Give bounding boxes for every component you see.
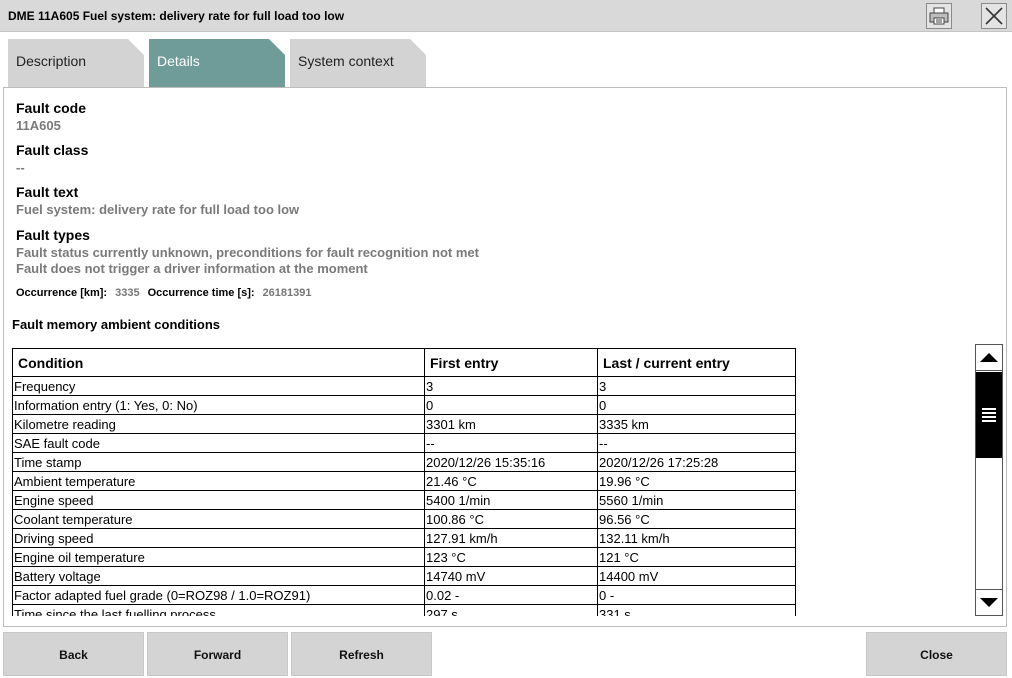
close-icon	[985, 7, 1003, 25]
table-row: Factor adapted fuel grade (0=ROZ98 / 1.0…	[12, 585, 796, 605]
cell-condition: Kilometre reading	[12, 414, 425, 434]
table-row: Frequency 3 3	[12, 376, 796, 396]
table-row: Time since the last fuelling process 297 …	[12, 604, 796, 616]
window-title: DME 11A605 Fuel system: delivery rate fo…	[8, 9, 345, 23]
ambient-conditions-table-viewport: Condition First entry Last / current ent…	[12, 348, 796, 616]
cell-condition: Engine speed	[12, 490, 425, 510]
cell-last-entry: 3335 km	[597, 414, 796, 434]
cell-last-entry: 19.96 °C	[597, 471, 796, 491]
table-row: Information entry (1: Yes, 0: No) 0 0	[12, 395, 796, 415]
cell-last-entry: 0 -	[597, 585, 796, 605]
cell-last-entry: 5560 1/min	[597, 490, 796, 510]
cell-condition: Factor adapted fuel grade (0=ROZ98 / 1.0…	[12, 585, 425, 605]
cell-condition: Ambient temperature	[12, 471, 425, 491]
cell-condition: Time stamp	[12, 452, 425, 472]
fault-text-value: Fuel system: delivery rate for full load…	[16, 202, 300, 217]
cell-first-entry: 0	[424, 395, 598, 415]
cell-last-entry: 3	[597, 376, 796, 396]
cell-first-entry: 21.46 °C	[424, 471, 598, 491]
cell-last-entry: 0	[597, 395, 796, 415]
grip-line	[982, 408, 996, 410]
grip-line	[982, 420, 996, 422]
cell-last-entry: 2020/12/26 17:25:28	[597, 452, 796, 472]
fault-code-label: Fault code	[16, 100, 87, 116]
table-row: Engine oil temperature 123 °C 121 °C	[12, 547, 796, 567]
grip-line	[982, 412, 996, 414]
scrollbar-thumb[interactable]	[976, 372, 1002, 458]
fault-type-2: Fault does not trigger a driver informat…	[16, 261, 368, 276]
occurrence-km-label: Occurrence [km]:	[16, 287, 108, 299]
header-first-entry: First entry	[424, 348, 598, 377]
table-scrollbar[interactable]	[975, 344, 1003, 616]
cell-first-entry: 127.91 km/h	[424, 528, 598, 548]
cell-condition: Engine oil temperature	[12, 547, 425, 567]
fault-code-value: 11A605	[16, 118, 61, 133]
cell-last-entry: 121 °C	[597, 547, 796, 567]
forward-button[interactable]: Forward	[147, 632, 288, 676]
cell-first-entry: 123 °C	[424, 547, 598, 567]
fault-type-1: Fault status currently unknown, precondi…	[16, 245, 479, 260]
details-panel: Fault code 11A605 Fault class -- Fault t…	[3, 87, 1007, 627]
cell-condition: Driving speed	[12, 528, 425, 548]
cell-first-entry: --	[424, 433, 598, 453]
tab-system-context[interactable]: System context	[290, 39, 426, 87]
fault-class-label: Fault class	[16, 142, 89, 158]
tab-description[interactable]: Description	[8, 39, 144, 87]
cell-condition: Coolant temperature	[12, 509, 425, 529]
cell-last-entry: --	[597, 433, 796, 453]
refresh-button[interactable]: Refresh	[291, 632, 432, 676]
occurrence-time-label: Occurrence time [s]:	[147, 287, 255, 299]
arrow-down-icon[interactable]	[976, 589, 1002, 615]
header-condition: Condition	[12, 348, 425, 377]
window-close-button[interactable]	[981, 3, 1007, 29]
cell-first-entry: 3	[424, 376, 598, 396]
fault-text-label: Fault text	[16, 184, 79, 200]
cell-first-entry: 2020/12/26 15:35:16	[424, 452, 598, 472]
cell-condition: Time since the last fuelling process	[12, 604, 425, 616]
table-row: SAE fault code -- --	[12, 433, 796, 453]
table-row: Ambient temperature 21.46 °C 19.96 °C	[12, 471, 796, 491]
cell-last-entry: 331 s	[597, 604, 796, 616]
cell-last-entry: 132.11 km/h	[597, 528, 796, 548]
cell-condition: Frequency	[12, 376, 425, 396]
cell-first-entry: 14740 mV	[424, 566, 598, 586]
close-button[interactable]: Close	[866, 632, 1007, 676]
ambient-conditions-table: Condition First entry Last / current ent…	[12, 348, 796, 616]
table-row: Time stamp 2020/12/26 15:35:16 2020/12/26 …	[12, 452, 796, 472]
back-button[interactable]: Back	[3, 632, 144, 676]
table-row: Driving speed 127.91 km/h 132.11 km/h	[12, 528, 796, 548]
bottom-button-bar: Back Forward Refresh Close	[0, 630, 1012, 678]
cell-first-entry: 100.86 °C	[424, 509, 598, 529]
cell-last-entry: 14400 mV	[597, 566, 796, 586]
title-bar: DME 11A605 Fuel system: delivery rate fo…	[0, 0, 1012, 32]
table-row: Engine speed 5400 1/min 5560 1/min	[12, 490, 796, 510]
cell-condition: SAE fault code	[12, 433, 425, 453]
cell-condition: Battery voltage	[12, 566, 425, 586]
occurrence-info: Occurrence [km]: 3335 Occurrence time [s]:…	[16, 287, 320, 299]
cell-condition: Information entry (1: Yes, 0: No)	[12, 395, 425, 415]
tab-bar: Description Details System context	[0, 32, 1012, 88]
cell-first-entry: 0.02 -	[424, 585, 598, 605]
table-row: Kilometre reading 3301 km 3335 km	[12, 414, 796, 434]
cell-first-entry: 297 s	[424, 604, 598, 616]
print-button[interactable]	[926, 3, 952, 29]
arrow-up-icon[interactable]	[976, 345, 1002, 371]
cell-last-entry: 96.56 °C	[597, 509, 796, 529]
printer-icon	[929, 7, 949, 25]
table-row: Coolant temperature 100.86 °C 96.56 °C	[12, 509, 796, 529]
occurrence-time-value: 26181391	[262, 287, 312, 299]
table-row: Battery voltage 14740 mV 14400 mV	[12, 566, 796, 586]
tab-details[interactable]: Details	[149, 39, 285, 87]
header-last-entry: Last / current entry	[597, 348, 796, 377]
ambient-conditions-title: Fault memory ambient conditions	[12, 317, 221, 332]
fault-class-value: --	[16, 160, 25, 175]
table-header-row: Condition First entry Last / current ent…	[12, 348, 796, 377]
occurrence-km-value: 3335	[115, 287, 140, 299]
fault-types-label: Fault types	[16, 227, 90, 243]
grip-line	[982, 416, 996, 418]
cell-first-entry: 3301 km	[424, 414, 598, 434]
cell-first-entry: 5400 1/min	[424, 490, 598, 510]
